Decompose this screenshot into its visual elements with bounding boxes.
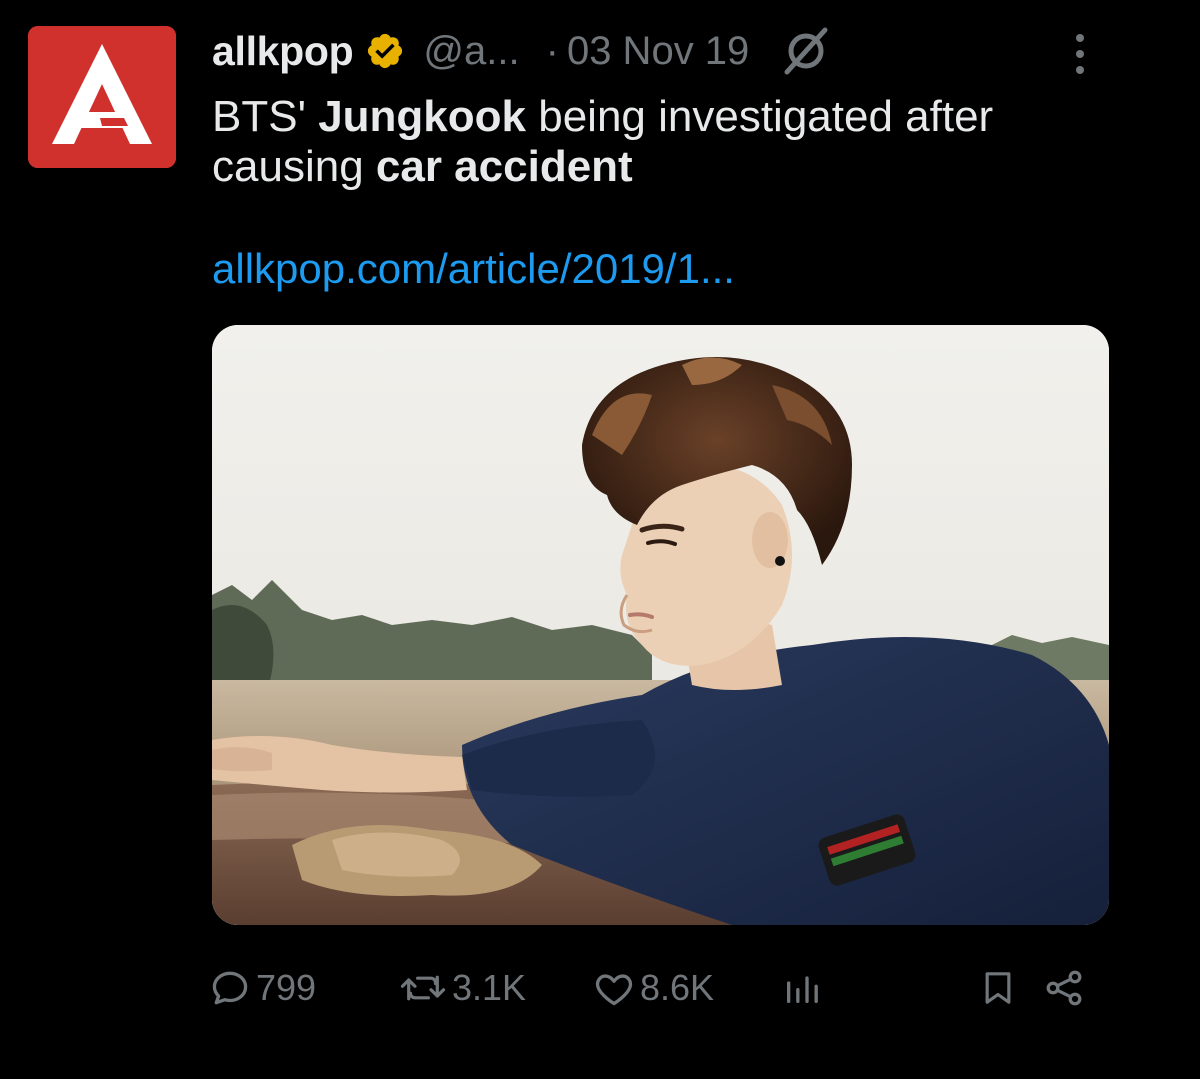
like-count: 8.6K <box>640 967 715 1008</box>
views-icon <box>787 976 818 1003</box>
reply-button[interactable]: 799 <box>208 958 316 1018</box>
tweet-date[interactable]: 03 Nov 19 <box>567 29 749 74</box>
views-button[interactable] <box>782 958 822 1018</box>
tweet-header: allkpop @a... · 03 Nov 19 <box>212 26 833 76</box>
tweet-media-photo[interactable] <box>212 325 1109 925</box>
handle[interactable]: @a... <box>423 29 519 74</box>
more-options-icon[interactable] <box>1060 28 1100 80</box>
tweet-text-part1: BTS' <box>212 92 319 141</box>
tweet-text-bold1: Jungkook <box>318 92 526 141</box>
like-button[interactable]: 8.6K <box>592 958 714 1018</box>
verified-badge-icon[interactable] <box>365 31 405 71</box>
reply-icon <box>212 971 248 1005</box>
bookmark-icon <box>985 972 1011 1004</box>
tweet-text-bold2: car accident <box>375 142 633 191</box>
share-icon <box>1046 970 1082 1006</box>
retweet-icon <box>400 975 446 1001</box>
avatar[interactable] <box>28 26 176 168</box>
separator: · <box>545 28 559 73</box>
tweet-link[interactable]: allkpop.com/article/2019/1... <box>212 244 735 294</box>
retweet-button[interactable]: 3.1K <box>398 958 526 1018</box>
display-name[interactable]: allkpop <box>212 28 354 75</box>
tweet[interactable]: allkpop @a... · 03 Nov 19 BTS' Jungkook … <box>0 0 1200 1079</box>
grok-icon[interactable] <box>779 24 833 78</box>
heart-icon <box>595 974 633 1006</box>
reply-count: 799 <box>256 967 317 1008</box>
retweet-count: 3.1K <box>452 967 527 1008</box>
tweet-actions: 799 3.1K 8.6K <box>0 958 1200 1018</box>
share-button[interactable] <box>1042 958 1086 1018</box>
bookmark-button[interactable] <box>978 958 1018 1018</box>
tweet-text: BTS' Jungkook being investigated after c… <box>212 92 1112 192</box>
allkpop-logo <box>28 26 176 168</box>
